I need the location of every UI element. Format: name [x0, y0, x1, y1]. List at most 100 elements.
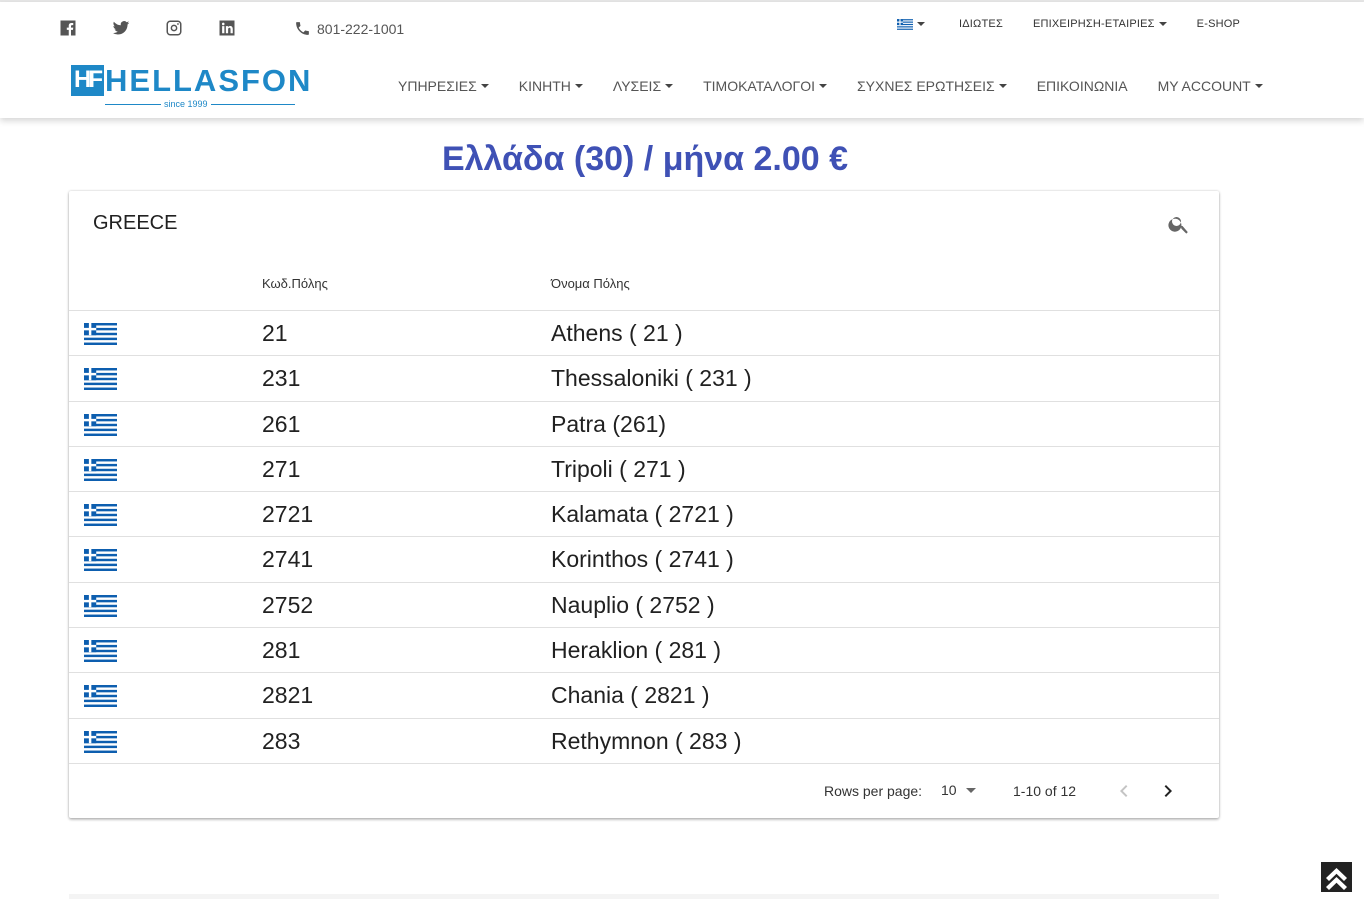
twitter-icon[interactable] — [111, 18, 131, 38]
logo-since: since 1999 — [161, 99, 211, 109]
nav-business-label: ΕΠΙΧΕΙΡΗΣΗ-ΕΤΑΙΡΙΕΣ — [1032, 18, 1155, 30]
row-city-name: Chania ( 2821 ) — [551, 682, 710, 709]
table-row[interactable]: 2821 Chania ( 2821 ) — [69, 673, 1219, 719]
greek-flag-icon — [84, 413, 117, 436]
row-city-name: Tripoli ( 271 ) — [551, 455, 686, 482]
utility-nav: ΙΔΙΩΤΕΣ ΕΠΙΧΕΙΡΗΣΗ-ΕΤΑΙΡΙΕΣ E-SHOP — [897, 18, 1240, 30]
page-title: Ελλάδα (30) / μήνα 2.00 € — [441, 140, 849, 178]
row-code: 271 — [262, 455, 301, 482]
phone-number: 801-222-1001 — [317, 20, 405, 37]
chevron-down-icon — [480, 84, 489, 88]
row-code: 261 — [262, 410, 301, 437]
nav-my-account-label: MY ACCOUNT — [1157, 78, 1251, 94]
chevron-down-icon — [574, 84, 583, 88]
chevron-down-icon — [819, 84, 828, 88]
nav-my-account[interactable]: MY ACCOUNT — [1158, 78, 1263, 94]
nav-idiotes[interactable]: ΙΔΙΩΤΕΣ — [959, 18, 1003, 30]
greek-flag-icon — [84, 323, 117, 345]
nav-services[interactable]: ΥΠΗΡΕΣΙΕΣ — [398, 78, 489, 94]
rows-per-page-label: Rows per page: — [824, 783, 923, 799]
scroll-to-top-button[interactable] — [1321, 862, 1352, 892]
row-code: 2821 — [262, 682, 314, 709]
nav-faq-label: ΣΥΧΝΕΣ ΕΡΩΤΗΣΕΙΣ — [857, 78, 995, 94]
nav-pricelists[interactable]: ΤΙΜΟΚΑΤΑΛΟΓΟΙ — [703, 78, 828, 94]
chevron-down-icon — [998, 84, 1007, 88]
row-code: 2721 — [262, 501, 314, 528]
row-code: 21 — [262, 320, 288, 346]
facebook-icon[interactable] — [58, 18, 78, 38]
dropdown-arrow-icon — [965, 787, 976, 793]
main-nav: ΥΠΗΡΕΣΙΕΣ ΚΙΝΗΤΗ ΛΥΣΕΙΣ ΤΙΜΟΚΑΤΑΛΟΓΟΙ ΣΥ… — [398, 78, 1263, 94]
column-header-code[interactable]: Κωδ.Πόλης — [262, 276, 328, 291]
greek-flag-icon — [84, 504, 117, 527]
logo-wordmark: HELLASFON — [105, 63, 313, 98]
nav-services-label: ΥΠΗΡΕΣΙΕΣ — [398, 78, 477, 94]
greek-flag-icon — [84, 594, 117, 617]
next-page-button[interactable] — [1156, 779, 1180, 803]
row-code: 281 — [262, 637, 301, 664]
language-selector[interactable] — [897, 18, 925, 30]
table-row[interactable]: 281 Heraklion ( 281 ) — [69, 628, 1219, 674]
logo-mark: HF — [71, 65, 104, 96]
greek-flag-icon — [84, 368, 117, 391]
site-header: 801-222-1001 ΙΔΙΩΤΕΣ ΕΠΙΧΕΙΡΗΣΗ-ΕΤΑΙΡΙΕΣ… — [0, 2, 1364, 118]
table-row[interactable]: 21 Athens ( 21 ) — [69, 311, 1219, 357]
linkedin-icon[interactable] — [217, 18, 237, 38]
phone-link[interactable]: 801-222-1001 — [294, 20, 404, 37]
row-city-name: Rethymnon ( 283 ) — [551, 727, 742, 754]
nav-faq[interactable]: ΣΥΧΝΕΣ ΕΡΩΤΗΣΕΙΣ — [857, 78, 1007, 94]
row-city-name: Korinthos ( 2741 ) — [551, 546, 734, 573]
instagram-icon[interactable] — [164, 18, 184, 38]
table-pagination: Rows per page: 10 1-10 of 12 — [69, 765, 1219, 817]
chevron-down-icon — [1254, 84, 1263, 88]
hellasfon-logo[interactable]: HF HELLASFON since 1999 — [71, 63, 310, 111]
nav-solutions[interactable]: ΛΥΣΕΙΣ — [612, 78, 674, 94]
footer-edge — [69, 894, 1219, 899]
row-code: 2752 — [262, 591, 314, 618]
greek-flag-icon — [897, 18, 913, 30]
rows-per-page-select[interactable]: 10 — [941, 782, 976, 798]
row-code: 2741 — [262, 546, 314, 573]
area-codes-table-card: GREECE Κωδ.Πόλης Όνομα Πόλης 21 Athens ( … — [69, 191, 1219, 818]
nav-mobile[interactable]: ΚΙΝΗΤΗ — [519, 78, 583, 94]
nav-solutions-label: ΛΥΣΕΙΣ — [612, 78, 662, 94]
table-row[interactable]: 231 Thessaloniki ( 231 ) — [69, 356, 1219, 402]
chevron-down-icon — [1158, 22, 1167, 26]
row-code: 283 — [262, 727, 301, 754]
table-row[interactable]: 2741 Korinthos ( 2741 ) — [69, 537, 1219, 583]
row-city-name: Kalamata ( 2721 ) — [551, 501, 734, 528]
chevron-down-icon — [917, 22, 925, 26]
greek-flag-icon — [84, 730, 117, 753]
nav-contact[interactable]: ΕΠΙΚΟΙΝΩΝΙΑ — [1037, 78, 1128, 94]
search-icon[interactable] — [1167, 212, 1191, 236]
table-row[interactable]: 271 Tripoli ( 271 ) — [69, 447, 1219, 493]
table-row[interactable]: 2721 Kalamata ( 2721 ) — [69, 492, 1219, 538]
social-links — [58, 18, 270, 38]
table-row[interactable]: 2752 Nauplio ( 2752 ) — [69, 583, 1219, 629]
phone-icon — [296, 22, 309, 35]
row-code: 231 — [262, 365, 301, 392]
nav-business[interactable]: ΕΠΙΧΕΙΡΗΣΗ-ΕΤΑΙΡΙΕΣ — [1033, 18, 1167, 30]
nav-pricelists-label: ΤΙΜΟΚΑΤΑΛΟΓΟΙ — [703, 78, 816, 94]
table-body: 21 Athens ( 21 ) 231 Thessaloniki ( 231 ) 26… — [69, 311, 1219, 764]
chevron-down-icon — [665, 84, 674, 88]
greek-flag-icon — [84, 549, 117, 572]
chevron-left-icon — [1120, 785, 1128, 797]
rows-per-page-value: 10 — [941, 782, 957, 798]
nav-eshop[interactable]: E-SHOP — [1197, 18, 1240, 30]
table-row[interactable]: 261 Patra (261) — [69, 402, 1219, 447]
table-row[interactable]: 283 Rethymnon ( 283 ) — [69, 719, 1219, 764]
pagination-range: 1-10 of 12 — [1013, 783, 1077, 799]
greek-flag-icon — [84, 640, 117, 663]
greek-flag-icon — [84, 685, 117, 708]
column-header-name[interactable]: Όνομα Πόλης — [551, 276, 630, 291]
chevron-right-icon — [1164, 785, 1172, 797]
nav-contact-label: ΕΠΙΚΟΙΝΩΝΙΑ — [1036, 78, 1128, 94]
previous-page-button[interactable] — [1112, 779, 1136, 803]
row-city-name: Patra (261) — [551, 410, 667, 437]
row-city-name: Heraklion ( 281 ) — [551, 637, 722, 664]
table-header: Κωδ.Πόλης Όνομα Πόλης — [69, 265, 1219, 311]
nav-mobile-label: ΚΙΝΗΤΗ — [518, 78, 571, 94]
greek-flag-icon — [84, 458, 117, 481]
double-chevron-up-icon — [1326, 868, 1347, 890]
